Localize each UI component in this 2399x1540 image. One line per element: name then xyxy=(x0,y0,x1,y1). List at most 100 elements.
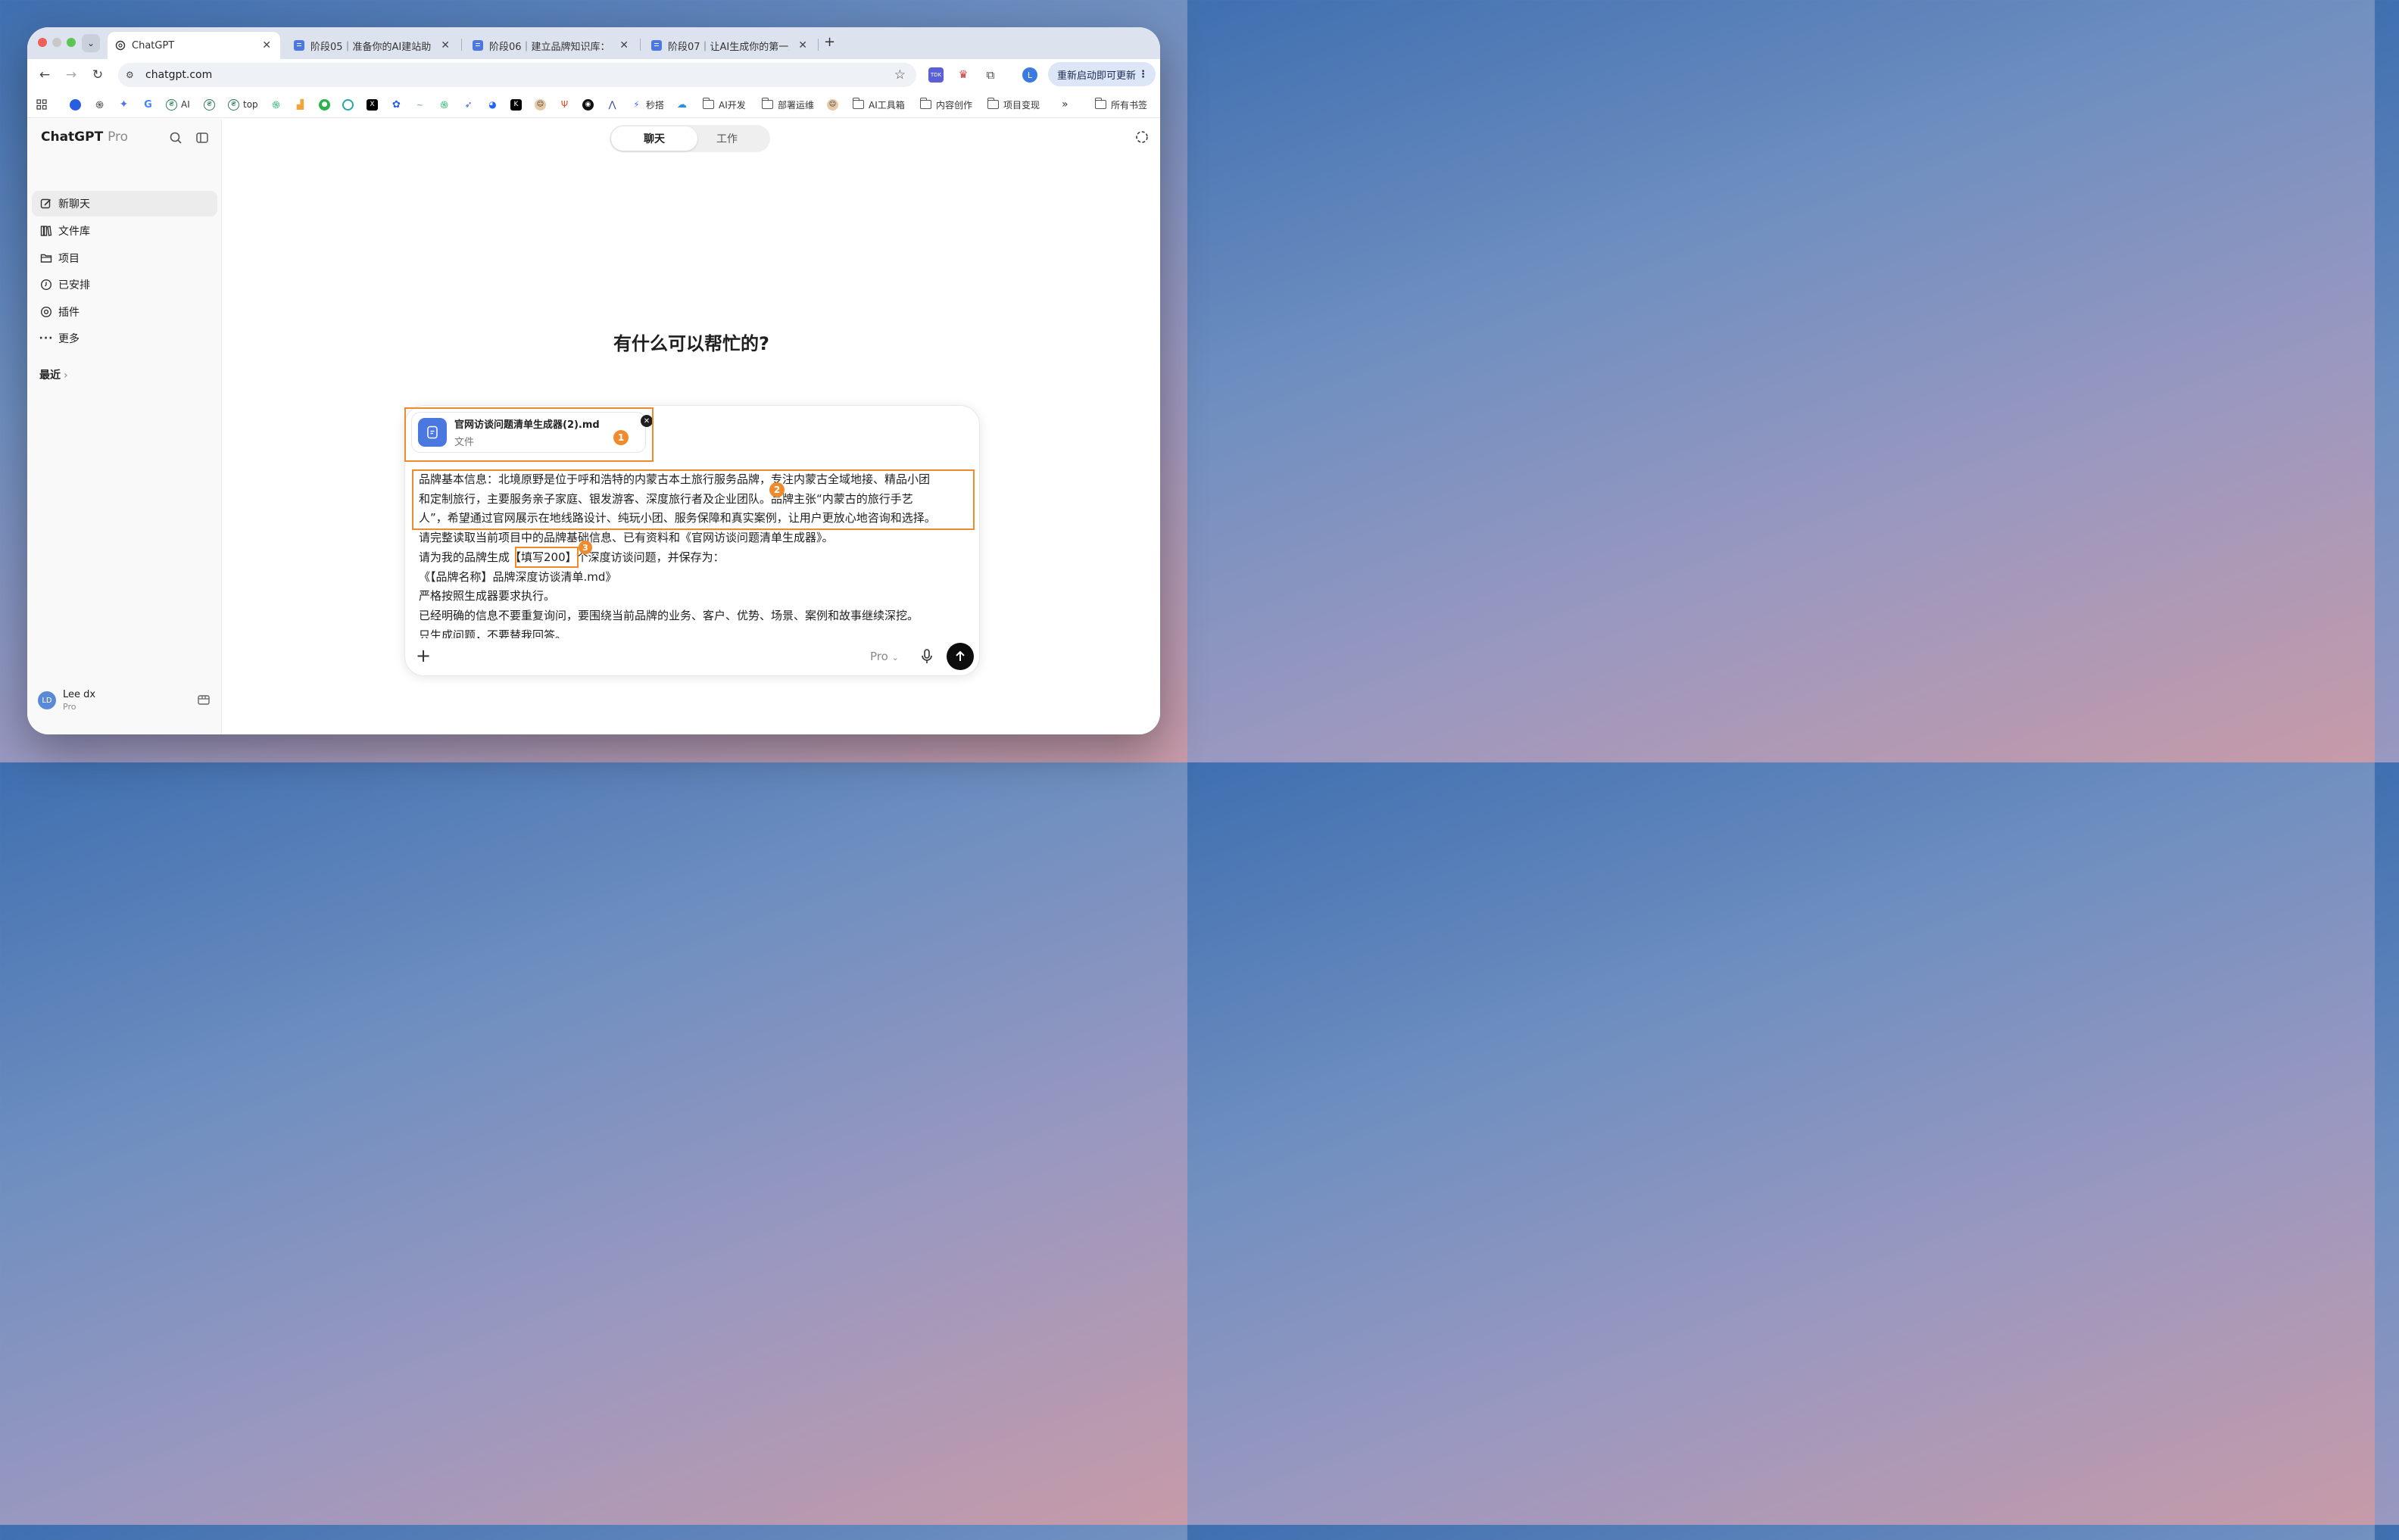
openai-bookmark-icon[interactable]: ֍ xyxy=(94,98,109,111)
recent-section-header[interactable]: 最近 › xyxy=(39,367,68,382)
tdk-extension-icon[interactable]: TDK xyxy=(928,67,944,83)
tab-strip: ⌄ ChatGPT ✕ 阶段05｜准备你的AI建站助手 - ✕ 阶段06｜建立品… xyxy=(27,27,1160,59)
back-arrow-icon[interactable]: ← xyxy=(35,65,55,85)
sidebar-item-projects[interactable]: 项目 xyxy=(32,245,217,271)
address-bar[interactable]: ⚙ chatgpt.com ☆ xyxy=(118,63,916,87)
url-text[interactable]: chatgpt.com xyxy=(145,69,212,81)
tab-stage07[interactable]: 阶段07｜让AI生成你的第一版品 ✕ xyxy=(644,32,816,59)
relaunch-update-button[interactable]: 重新启动即可更新 ⋮ xyxy=(1048,62,1156,86)
bar-chart-icon[interactable]: ▟ xyxy=(295,98,310,111)
lobster-icon[interactable]: Ψ xyxy=(559,98,574,111)
tab-search-chevron-icon[interactable]: ⌄ xyxy=(82,34,100,52)
avatar-bookmark-icon[interactable]: ☺ xyxy=(535,98,550,111)
model-selector[interactable]: Pro ⌄ xyxy=(870,650,899,663)
bookmark-folder-ai-dev[interactable]: AI开发 xyxy=(702,98,746,111)
close-window-button[interactable] xyxy=(38,38,47,47)
green-swirl-icon-2[interactable]: ֍ xyxy=(438,98,454,111)
bookmark-ai[interactable]: ₴ AI xyxy=(166,98,190,111)
extensions-puzzle-icon[interactable]: ⧉ xyxy=(983,67,998,83)
sidebar-item-plugins[interactable]: 插件 xyxy=(32,299,217,325)
annotation-box-2 xyxy=(412,469,975,530)
baidu-icon[interactable]: 🐾 xyxy=(70,98,85,111)
forward-arrow-icon[interactable]: → xyxy=(61,65,81,85)
close-tab-icon[interactable]: ✕ xyxy=(441,39,450,51)
cloud-icon[interactable]: ☁ xyxy=(676,98,691,111)
add-attachment-plus-icon[interactable]: + xyxy=(416,647,431,665)
kimi-icon[interactable]: K xyxy=(510,98,526,111)
bookmark-icon-z[interactable]: ₴ xyxy=(204,98,219,111)
folder-icon xyxy=(761,98,773,109)
tab-work[interactable]: 工作 xyxy=(684,126,770,151)
more-bookmarks-chevron-icon[interactable]: » xyxy=(1062,98,1068,111)
sidebar-item-scheduled[interactable]: 已安排 xyxy=(32,272,217,298)
sidebar-item-label: 插件 xyxy=(58,307,80,319)
close-tab-icon[interactable]: ✕ xyxy=(619,39,629,51)
prompt-line: 请为我的品牌生成【填写200】个深度访谈问题，并保存为： xyxy=(419,550,725,564)
extension-hat-icon[interactable]: ♛ xyxy=(956,67,971,83)
folder-icon xyxy=(852,98,864,109)
black-circle-icon[interactable]: ◉ xyxy=(582,98,597,111)
bookmark-label: 秒搭 xyxy=(646,99,665,111)
sidebar-item-more[interactable]: ··· 更多 xyxy=(32,326,217,351)
clock-icon xyxy=(39,278,53,291)
user-profile[interactable]: LD Lee dx Pro xyxy=(38,679,212,722)
doc-icon xyxy=(473,40,483,51)
bookmark-folder-content[interactable]: 内容创作 xyxy=(919,98,972,111)
bookmark-label: AI工具箱 xyxy=(869,99,905,111)
dify-icon[interactable]: ✿ xyxy=(391,98,406,111)
sidebar-toggle-icon[interactable] xyxy=(194,129,211,146)
site-settings-icon[interactable]: ⚙ xyxy=(126,70,139,80)
brand-title[interactable]: ChatGPT Pro xyxy=(41,129,128,145)
circle-loader-icon[interactable] xyxy=(342,98,357,111)
avatar-bookmark-icon-2[interactable]: ☺ xyxy=(827,98,842,111)
bookmark-miaoda[interactable]: ⚡ 秒搭 xyxy=(631,98,664,111)
gemini-icon[interactable]: ✦ xyxy=(118,98,133,111)
bookmark-folder-all[interactable]: 所有书签 xyxy=(1094,98,1147,111)
blue-bird-icon[interactable]: ➶ xyxy=(463,98,478,111)
sidebar-item-label: 已安排 xyxy=(58,279,90,291)
sidebar-item-new-chat[interactable]: 新聊天 xyxy=(32,191,217,217)
sidebar: ChatGPT Pro 新聊天 文件库 项目 已安排 插件 ··· 更多 最近 … xyxy=(27,119,222,734)
avatar: LD xyxy=(38,691,56,709)
at-icon xyxy=(39,305,53,319)
gift-icon[interactable] xyxy=(197,693,212,708)
close-tab-icon[interactable]: ✕ xyxy=(262,39,271,51)
x-icon[interactable]: X xyxy=(367,98,382,111)
apps-grid-icon[interactable] xyxy=(36,98,47,111)
openai-icon xyxy=(115,40,126,51)
microphone-icon[interactable] xyxy=(920,648,934,665)
tab-stage05[interactable]: 阶段05｜准备你的AI建站助手 - ✕ xyxy=(286,32,459,59)
bookmark-star-icon[interactable]: ☆ xyxy=(894,67,906,83)
folder-icon xyxy=(919,98,931,109)
minimize-window-button[interactable] xyxy=(52,38,61,47)
menu-dots-icon: ⋮ xyxy=(1138,68,1148,80)
green-swirl-icon[interactable]: ֍ xyxy=(270,98,285,111)
folder-icon xyxy=(1094,98,1106,109)
mountain-icon[interactable]: ⋀ xyxy=(607,98,622,111)
bookmark-label: top xyxy=(243,99,258,110)
tab-stage06[interactable]: 阶段06｜建立品牌知识库：让A ✕ xyxy=(465,32,638,59)
colorful-app-icon[interactable]: ◕ xyxy=(487,98,502,111)
sidebar-item-library[interactable]: 文件库 xyxy=(32,218,217,244)
browser-window: ⌄ ChatGPT ✕ 阶段05｜准备你的AI建站助手 - ✕ 阶段06｜建立品… xyxy=(27,27,1160,734)
prompt-line: 严格按照生成器要求执行。 xyxy=(419,589,556,603)
green-leaf-icon[interactable]: ~ xyxy=(414,98,429,111)
wechat-icon[interactable]: ● xyxy=(319,98,334,111)
temporary-chat-icon[interactable] xyxy=(1134,129,1150,145)
close-tab-icon[interactable]: ✕ xyxy=(798,39,807,51)
send-button[interactable] xyxy=(947,643,974,670)
tab-chatgpt[interactable]: ChatGPT ✕ xyxy=(108,32,280,59)
bookmark-label: AI开发 xyxy=(719,99,746,111)
bookmark-folder-monetize[interactable]: 项目变现 xyxy=(987,98,1040,111)
reload-icon[interactable]: ↻ xyxy=(88,65,108,85)
profile-avatar[interactable]: L xyxy=(1022,67,1037,83)
sidebar-item-label: 更多 xyxy=(58,333,80,345)
bookmark-folder-ai-tools[interactable]: AI工具箱 xyxy=(852,98,905,111)
google-icon[interactable]: G xyxy=(142,98,158,111)
bookmark-top[interactable]: ₴ top xyxy=(228,98,258,111)
search-icon[interactable] xyxy=(167,129,184,146)
bookmark-folder-deploy[interactable]: 部署运维 xyxy=(761,98,814,111)
new-tab-plus-icon[interactable]: + xyxy=(824,34,835,50)
tab-divider xyxy=(640,39,641,51)
maximize-window-button[interactable] xyxy=(67,38,76,47)
